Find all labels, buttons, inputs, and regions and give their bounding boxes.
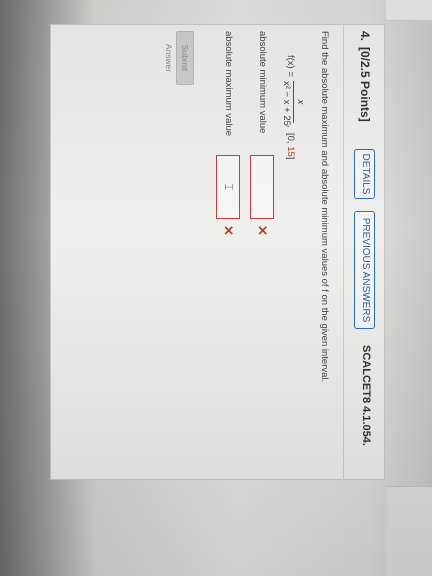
function-fraction: x x² − x + 25 [281, 81, 306, 126]
submit-answer-button[interactable]: Submit Answer [164, 31, 194, 85]
interval-close: ] [285, 156, 296, 160]
fraction-denominator: x² − x + 25 [281, 81, 292, 126]
text-cursor-icon: ⌶ [222, 183, 234, 191]
incorrect-x-icon: ✕ [255, 225, 270, 236]
absolute-maximum-label: absolute maximum value [223, 31, 234, 137]
question-source: SCALCET8 4.1.054. [360, 345, 372, 446]
incorrect-x-icon: ✕ [221, 225, 236, 236]
interval-open: [0, [285, 133, 296, 144]
question-panel: 4. [0/2.5 Points] DETAILS PREVIOUS ANSWE… [50, 24, 385, 481]
fraction-numerator: x [295, 99, 306, 105]
previous-question-card-edge [386, 0, 432, 21]
question-points: [0/2.5 Points] [358, 47, 372, 122]
absolute-minimum-input[interactable] [250, 155, 274, 219]
question-card: 4. [0/2.5 Points] DETAILS PREVIOUS ANSWE… [50, 24, 385, 481]
absolute-maximum-input[interactable]: ⌶ [216, 155, 240, 219]
interval-value: 15 [285, 146, 296, 157]
function-interval: [0, 15] [285, 133, 296, 159]
fraction-bar [293, 81, 294, 123]
screenshot-photo: 4. [0/2.5 Points] DETAILS PREVIOUS ANSWE… [0, 0, 432, 576]
question-number: 4. [358, 31, 372, 42]
previous-answers-button[interactable]: PREVIOUS ANSWERS [354, 211, 375, 329]
absolute-minimum-label: absolute minimum value [257, 31, 268, 134]
header-divider [343, 25, 344, 481]
details-button[interactable]: DETAILS [354, 149, 375, 199]
next-question-card-edge [386, 486, 432, 576]
question-prompt: Find the absolute maximum and absolute m… [319, 31, 330, 383]
function-lhs: f(x) = [285, 55, 296, 77]
function-separator: , [285, 125, 296, 128]
